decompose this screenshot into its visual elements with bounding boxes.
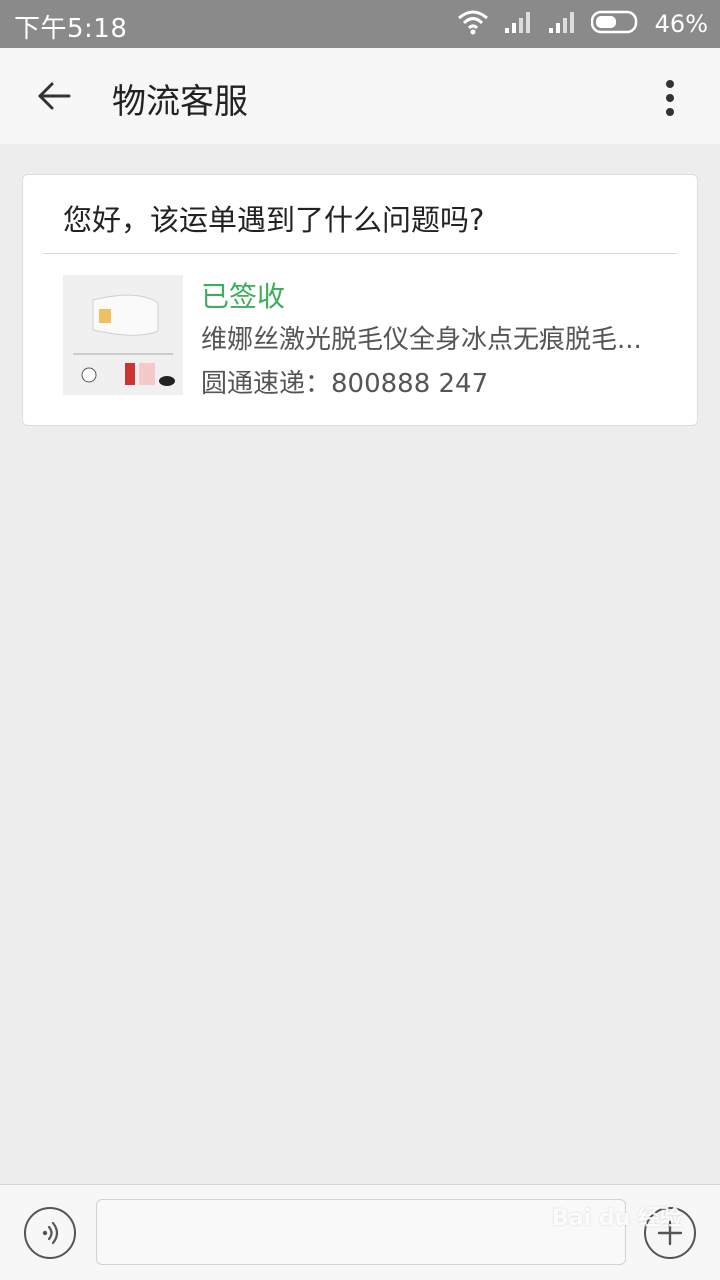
back-button[interactable] bbox=[26, 70, 82, 122]
more-actions-button[interactable] bbox=[644, 1207, 696, 1259]
voice-input-button[interactable] bbox=[24, 1207, 76, 1259]
battery-percent: 46% bbox=[654, 10, 708, 38]
status-icons: 46% bbox=[457, 8, 708, 40]
product-title: 维娜丝激光脱毛仪全身冰点无痕脱毛... bbox=[201, 325, 642, 355]
delivery-status: 已签收 bbox=[201, 280, 286, 313]
greeting-question: 您好，该运单遇到了什么问题吗? bbox=[63, 203, 485, 237]
message-input[interactable] bbox=[96, 1199, 626, 1265]
waybill-card[interactable]: 您好，该运单遇到了什么问题吗? 已签收 维娜丝激光脱毛仪全身冰点无痕脱毛... … bbox=[22, 174, 698, 426]
signal-icon bbox=[503, 10, 533, 38]
back-arrow-icon bbox=[38, 82, 71, 110]
input-bar bbox=[0, 1184, 720, 1280]
more-vertical-icon bbox=[666, 80, 674, 116]
card-divider bbox=[43, 253, 677, 254]
product-thumbnail[interactable] bbox=[63, 275, 183, 395]
page-title: 物流客服 bbox=[112, 82, 248, 122]
status-bar: 下午5:18 46% bbox=[0, 0, 720, 48]
title-bar: 物流客服 bbox=[0, 48, 720, 144]
status-time: 下午5:18 bbox=[14, 14, 128, 44]
battery-icon bbox=[590, 10, 641, 38]
plus-icon bbox=[657, 1220, 683, 1246]
more-options-button[interactable] bbox=[642, 72, 698, 124]
signal-icon-2 bbox=[547, 10, 577, 38]
voice-icon bbox=[42, 1221, 59, 1245]
wifi-icon bbox=[457, 9, 489, 39]
courier-tracking: 圆通速递：800888 247 bbox=[201, 369, 489, 399]
